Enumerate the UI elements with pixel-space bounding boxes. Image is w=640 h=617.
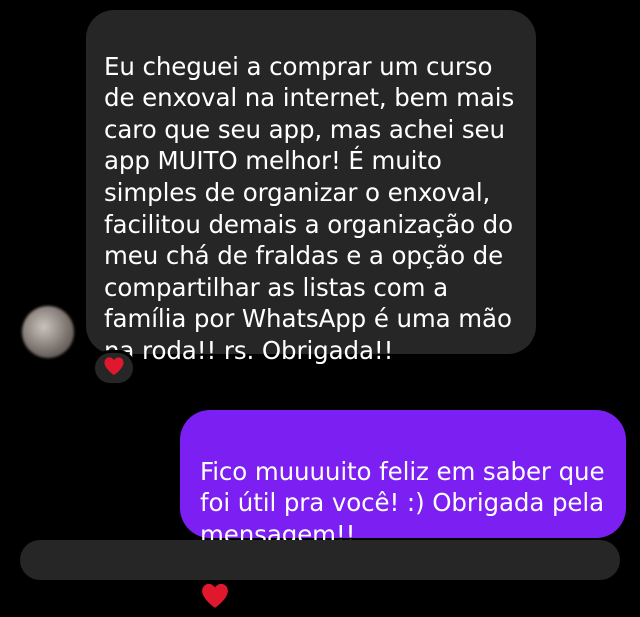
sender-avatar[interactable]: [22, 306, 74, 358]
incoming-message-text: Eu cheguei a comprar um curso de enxoval…: [104, 51, 515, 365]
incoming-message-bubble[interactable]: Eu cheguei a comprar um curso de enxoval…: [86, 10, 536, 365]
next-message-bubble[interactable]: [20, 540, 620, 580]
red-heart-icon: [103, 356, 125, 380]
outgoing-message-text: Fico muuuuito feliz em saber que foi úti…: [200, 456, 605, 549]
outgoing-message-bubble[interactable]: Fico muuuuito feliz em saber que foi úti…: [180, 410, 626, 608]
message-reaction[interactable]: [92, 350, 136, 386]
